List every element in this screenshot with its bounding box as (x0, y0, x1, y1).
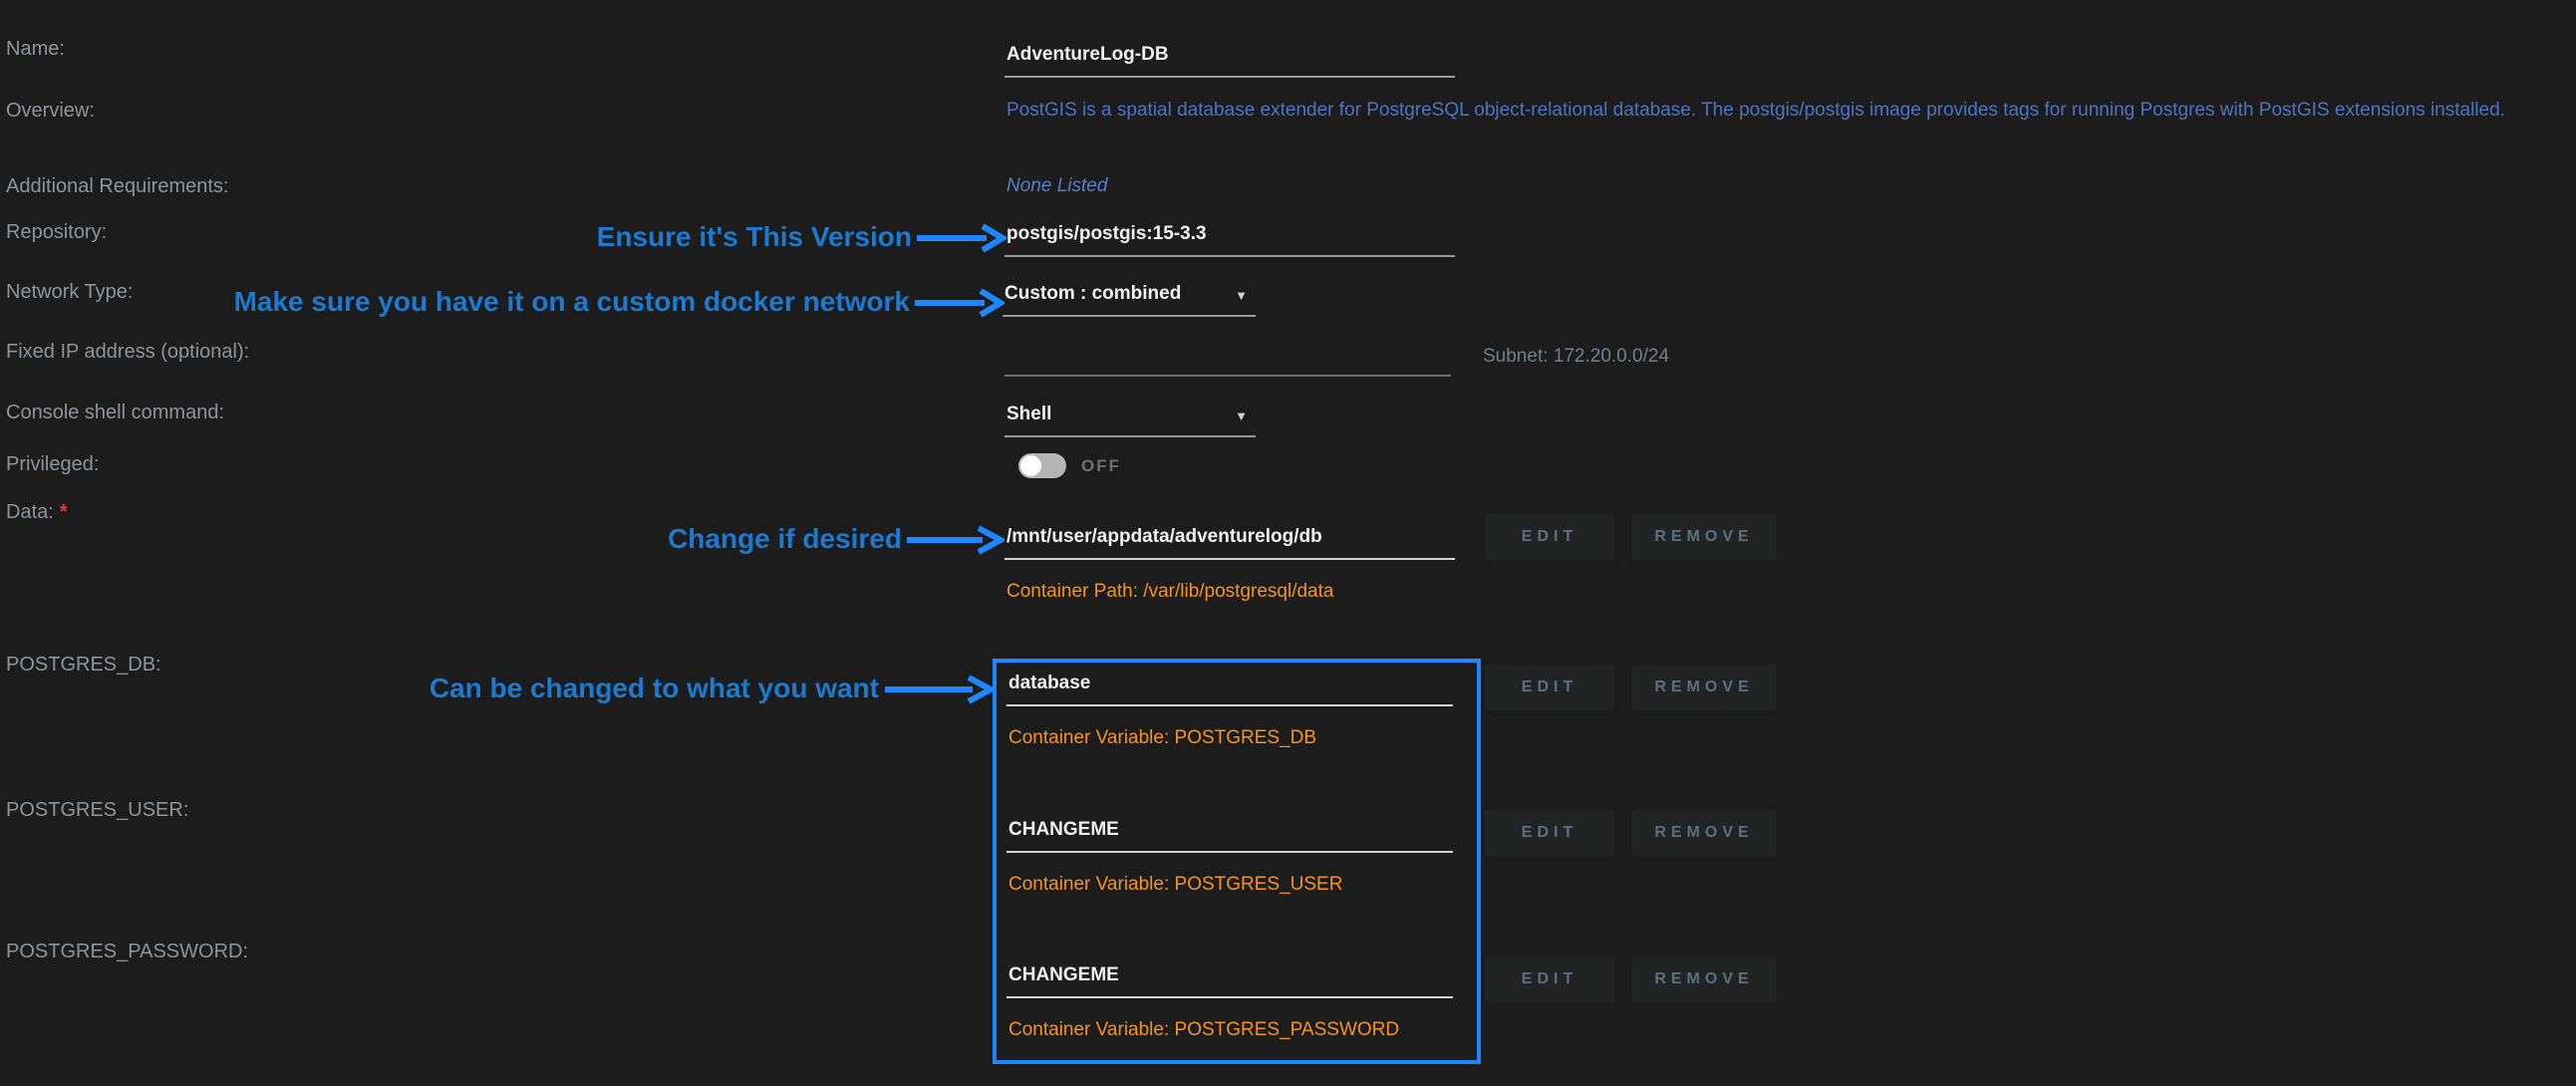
postgres-db-label: POSTGRES_DB: (6, 654, 161, 677)
repository-input[interactable]: postgis/postgis:15-3.3 (1004, 219, 1455, 257)
edit-button[interactable]: EDIT (1485, 665, 1614, 710)
name-input-value: AdventureLog-DB (1006, 44, 1169, 66)
postgres-db-input[interactable]: database (1006, 669, 1453, 706)
remove-button[interactable]: REMOVE (1631, 665, 1777, 710)
console-shell-select[interactable]: Shell ▼ (1004, 400, 1256, 437)
docker-template-settings-page: Name: Overview: Additional Requirements:… (0, 0, 2576, 1086)
dropdown-arrow-icon: ▼ (1235, 408, 1248, 423)
edit-button[interactable]: EDIT (1485, 514, 1614, 560)
arrow-icon (913, 288, 1004, 318)
name-label: Name: (6, 38, 65, 61)
data-label-text: Data: (6, 501, 54, 523)
postgres-password-variable-note: Container Variable: POSTGRES_PASSWORD (1008, 1019, 1399, 1041)
fixed-ip-input[interactable] (1004, 339, 1451, 377)
postgres-user-variable-note: Container Variable: POSTGRES_USER (1008, 874, 1342, 896)
postgres-db-input-value: database (1008, 673, 1090, 694)
postgres-password-input[interactable]: CHANGEME (1006, 960, 1453, 998)
fixed-ip-label: Fixed IP address (optional): (6, 341, 249, 364)
required-asterisk: * (60, 501, 68, 523)
annotation-highlight-box (993, 659, 1481, 1064)
data-label: Data: * (6, 501, 68, 524)
network-type-label: Network Type: (6, 281, 133, 304)
repository-label: Repository: (6, 221, 107, 244)
arrow-icon (905, 525, 1004, 555)
remove-button[interactable]: REMOVE (1631, 956, 1777, 1002)
data-path-input[interactable]: /mnt/user/appdata/adventurelog/db (1004, 522, 1455, 560)
remove-button[interactable]: REMOVE (1631, 810, 1777, 856)
postgres-user-input-value: CHANGEME (1008, 819, 1119, 841)
annotation-network: Make sure you have it on a custom docker… (234, 286, 910, 318)
annotation-postgres-db: Can be changed to what you want (429, 673, 879, 704)
repository-input-value: postgis/postgis:15-3.3 (1006, 223, 1207, 245)
additional-requirements-label: Additional Requirements: (6, 175, 228, 198)
data-path-input-value: /mnt/user/appdata/adventurelog/db (1006, 526, 1322, 548)
overview-text: PostGIS is a spatial database extender f… (1006, 100, 2505, 122)
privileged-toggle-state: OFF (1081, 456, 1121, 476)
privileged-label: Privileged: (6, 453, 99, 476)
console-shell-label: Console shell command: (6, 402, 224, 424)
postgres-password-label: POSTGRES_PASSWORD: (6, 941, 248, 963)
remove-button[interactable]: REMOVE (1631, 514, 1777, 560)
network-type-selected-value: Custom : combined (1004, 283, 1181, 305)
edit-button[interactable]: EDIT (1485, 810, 1614, 856)
privileged-toggle[interactable] (1018, 453, 1066, 478)
annotation-data-path: Change if desired (668, 523, 902, 555)
arrow-icon (883, 675, 995, 704)
overview-label: Overview: (6, 100, 95, 123)
console-shell-selected-value: Shell (1006, 404, 1051, 425)
postgres-password-input-value: CHANGEME (1008, 964, 1119, 986)
annotation-repository: Ensure it's This Version (597, 221, 912, 253)
network-type-select[interactable]: Custom : combined ▼ (1002, 279, 1256, 317)
dropdown-arrow-icon: ▼ (1235, 288, 1248, 303)
additional-requirements-value: None Listed (1006, 175, 1107, 197)
arrow-icon (915, 223, 1006, 253)
edit-button[interactable]: EDIT (1485, 956, 1614, 1002)
toggle-knob (1020, 455, 1041, 476)
postgres-db-variable-note: Container Variable: POSTGRES_DB (1008, 727, 1316, 749)
data-container-path-note: Container Path: /var/lib/postgresql/data (1006, 581, 1333, 603)
postgres-user-input[interactable]: CHANGEME (1006, 815, 1453, 853)
name-input[interactable]: AdventureLog-DB (1004, 40, 1455, 78)
subnet-note: Subnet: 172.20.0.0/24 (1483, 346, 1669, 368)
postgres-user-label: POSTGRES_USER: (6, 799, 188, 822)
